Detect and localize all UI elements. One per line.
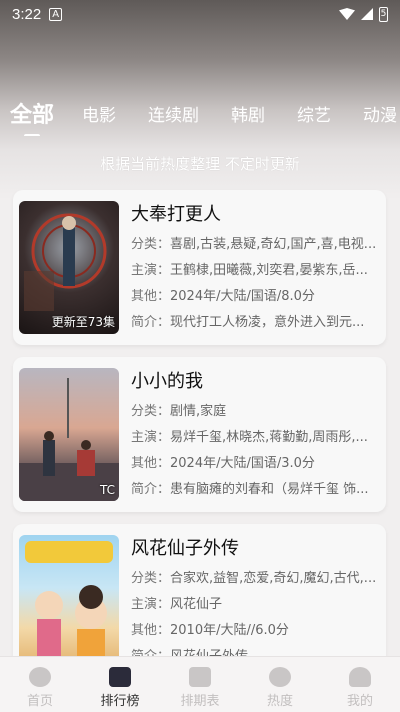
nav-label: 热度 [266,694,293,709]
quality-badge: TC [99,483,115,497]
notification-icon: A [49,7,63,21]
status-time: 3:22 [12,5,42,23]
bottom-nav: 首页 排行榜 排期表 热度 我的 [0,656,400,712]
other-row: 其他：2010年/大陆//6.0分 [131,623,289,638]
other-row: 其他：2024年/大陆/国语/8.0分 [131,289,315,304]
card-info: 大奉打更人 分类：喜剧,古装,悬疑,奇幻,国产,喜,电视... 主演：王鹤棣,田… [131,202,381,336]
cast-row: 主演：易烊千玺,林晓杰,蒋勤勤,周雨彤,... [131,430,368,445]
nav-label: 排行榜 [100,694,140,709]
list-item[interactable]: TC 小小的我 分类：剧情,家庭 主演：易烊千玺,林晓杰,蒋勤勤,周雨彤,...… [13,357,386,512]
card-info: 小小的我 分类：剧情,家庭 主演：易烊千玺,林晓杰,蒋勤勤,周雨彤,... 其他… [131,369,381,503]
tab-movie[interactable]: 电影 [82,96,116,136]
tab-anime[interactable]: 动漫 [363,96,397,136]
heat-icon [269,667,291,687]
cast-row: 主演：王鹤棣,田曦薇,刘奕君,晏紫东,岳... [131,263,368,278]
episode-badge: 更新至73集 [51,315,115,329]
card-title: 风花仙子外传 [131,538,239,559]
calendar-icon [189,667,211,687]
page-subtitle: 根据当前热度整理 不定时更新 [100,155,300,173]
battery-icon: 5 [379,6,388,22]
nav-rank[interactable]: 排行榜 [80,657,160,712]
category-row: 分类：合家欢,益智,恋爱,奇幻,魔幻,古代,... [131,571,377,586]
other-row: 其他：2024年/大陆/国语/3.0分 [131,456,315,471]
tab-korean[interactable]: 韩剧 [231,96,265,136]
list-item[interactable]: 更新至73集 大奉打更人 分类：喜剧,古装,悬疑,奇幻,国产,喜,电视... 主… [13,190,386,345]
nav-label: 排期表 [180,694,220,709]
category-row: 分类：剧情,家庭 [131,404,227,419]
card-title: 小小的我 [131,371,203,392]
rank-icon [109,667,131,687]
tab-all[interactable]: 全部 [10,96,54,136]
nav-mine[interactable]: 我的 [320,657,400,712]
tab-variety[interactable]: 综艺 [297,96,331,136]
poster-image [19,535,119,668]
nav-home[interactable]: 首页 [0,657,80,712]
nav-label: 我的 [346,694,373,709]
signal-icon [361,8,373,20]
intro-row: 简介：患有脑瘫的刘春和（易烊千玺 饰... [131,482,369,497]
status-icons: 5 [339,6,388,22]
nav-label: 首页 [26,694,53,709]
nav-schedule[interactable]: 排期表 [160,657,240,712]
poster-art [19,378,119,501]
home-icon [29,667,51,687]
category-tabs: 全部 电影 连续剧 韩剧 综艺 动漫 [0,96,400,136]
user-icon [349,667,371,687]
poster-art [25,541,113,668]
intro-row: 简介：现代打工人杨凌，意外进入到元... [131,315,365,330]
wifi-icon [339,8,355,20]
poster-image: 更新至73集 [19,201,119,334]
category-row: 分类：喜剧,古装,悬疑,奇幻,国产,喜,电视... [131,237,377,252]
tab-series[interactable]: 连续剧 [148,96,199,136]
card-title: 大奉打更人 [131,204,221,225]
status-bar: 3:22 A 5 [0,0,400,28]
nav-heat[interactable]: 热度 [240,657,320,712]
cast-row: 主演：风花仙子 [131,597,223,612]
card-info: 风花仙子外传 分类：合家欢,益智,恋爱,奇幻,魔幻,古代,... 主演：风花仙子… [131,536,381,670]
poster-image: TC [19,368,119,501]
